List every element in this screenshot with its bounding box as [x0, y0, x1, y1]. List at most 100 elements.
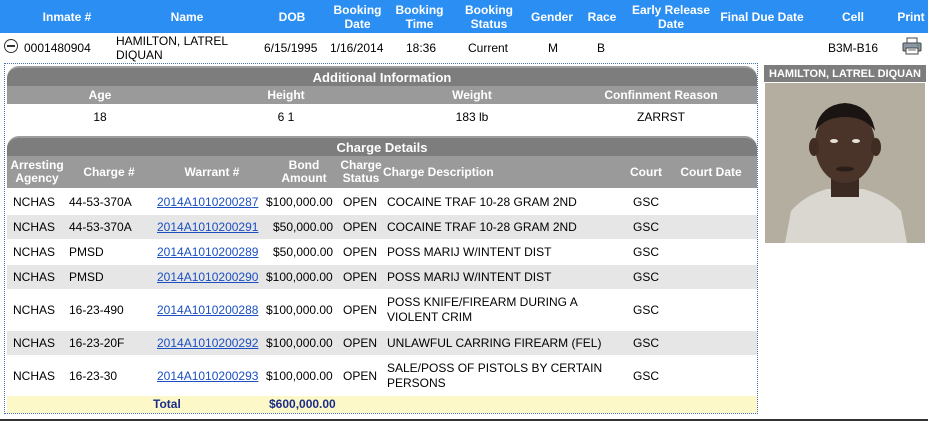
inmate-booking-status: Current	[468, 41, 509, 55]
row-court: GSC	[633, 335, 660, 350]
col-booking-status: Booking Status	[465, 2, 513, 31]
photo-caption: HAMILTON, LATREL DIQUAN	[764, 65, 926, 82]
row-court: GSC	[633, 368, 660, 383]
row-bond: $100,000.00	[266, 368, 333, 383]
col-arresting-agency: Arresting Agency	[10, 158, 64, 185]
row-charge: 16-23-30	[69, 368, 118, 383]
charge-details-header: Arresting Agency Charge # Warrant # Bond…	[7, 156, 757, 188]
col-booking-date: Booking Date	[333, 2, 382, 31]
age-value: 18	[93, 110, 107, 124]
warrant-link[interactable]: 2014A1010200289	[157, 240, 258, 264]
row-charge: 16-23-490	[69, 302, 124, 317]
row-description: SALE/POSS OF PISTOLS BY CERTAIN PERSONS	[387, 361, 603, 390]
col-print: Print	[897, 9, 925, 24]
printer-icon[interactable]	[902, 37, 922, 55]
row-status: OPEN	[343, 194, 378, 209]
row-agency: NCHAS	[13, 368, 56, 383]
warrant-link[interactable]: 2014A1010200292	[157, 331, 258, 355]
row-status: OPEN	[343, 335, 378, 350]
row-bond: $100,000.00	[266, 269, 333, 284]
warrant-link[interactable]: 2014A1010200290	[157, 265, 258, 289]
row-description: POSS MARIJ W/INTENT DIST	[387, 244, 552, 259]
col-court: Court	[630, 164, 662, 179]
inmate-race: B	[597, 41, 606, 55]
col-gender: Gender	[530, 9, 573, 24]
inmate-name: HAMILTON, LATREL DIQUAN	[116, 34, 228, 62]
row-bond: $100,000.00	[266, 335, 333, 350]
row-bond: $50,000.00	[273, 219, 334, 234]
row-bond: $100,000.00	[266, 302, 333, 317]
inmate-booking-time: 18:36	[406, 41, 437, 55]
inmate-gender: M	[548, 41, 558, 55]
row-description: POSS MARIJ W/INTENT DIST	[387, 269, 552, 284]
inmate-booking-date: 1/16/2014	[330, 41, 384, 55]
table-row: NCHAS PMSD 2014A1010200290 $100,000.00 O…	[7, 265, 757, 289]
row-agency: NCHAS	[13, 244, 56, 259]
row-bond: $50,000.00	[273, 244, 334, 259]
warrant-link[interactable]: 2014A1010200288	[157, 290, 258, 330]
warrant-link[interactable]: 2014A1010200293	[157, 356, 258, 396]
row-court: GSC	[633, 194, 660, 209]
row-agency: NCHAS	[13, 302, 56, 317]
charge-details-title: Charge Details	[7, 136, 757, 156]
row-description: POSS KNIFE/FIREARM DURING A VIOLENT CRIM	[387, 295, 578, 324]
col-weight: Weight	[452, 87, 492, 102]
col-final-due-date: Final Due Date	[720, 9, 804, 24]
row-status: OPEN	[343, 368, 378, 383]
row-description: COCAINE TRAF 10-28 GRAM 2ND	[387, 194, 577, 209]
col-early-release-date: Early Release Date	[631, 2, 711, 31]
row-agency: NCHAS	[13, 269, 56, 284]
warrant-link[interactable]: 2014A1010200287	[157, 190, 258, 214]
table-row: NCHAS 16-23-30 2014A1010200293 $100,000.…	[7, 356, 757, 396]
divider	[0, 419, 928, 421]
col-warrant-no: Warrant #	[184, 164, 240, 179]
row-description: COCAINE TRAF 10-28 GRAM 2ND	[387, 219, 577, 234]
inmate-dob: 6/15/1995	[264, 41, 318, 55]
row-court: GSC	[633, 302, 660, 317]
row-agency: NCHAS	[13, 335, 56, 350]
additional-info-header: Age Height Weight Confinment Reason	[7, 86, 757, 104]
height-value: 6 1	[277, 110, 295, 124]
results-header: Inmate # Name DOB Booking Date Booking T…	[0, 0, 928, 33]
col-dob: DOB	[278, 9, 306, 24]
col-court-date: Court Date	[680, 164, 742, 179]
col-charge-no: Charge #	[83, 164, 135, 179]
col-age: Age	[88, 87, 112, 102]
col-name: Name	[170, 9, 204, 24]
weight-value: 183 lb	[455, 110, 489, 124]
col-confinement-reason: Confinment Reason	[604, 87, 718, 102]
row-status: OPEN	[343, 244, 378, 259]
row-court: GSC	[633, 219, 660, 234]
additional-info-title: Additional Information	[7, 66, 757, 86]
confinement-reason-value: ZARRST	[637, 110, 685, 124]
table-row: NCHAS 44-53-370A 2014A1010200287 $100,00…	[7, 190, 757, 214]
row-charge: 16-23-20F	[69, 335, 125, 350]
row-charge: PMSD	[69, 269, 104, 284]
table-row: NCHAS 44-53-370A 2014A1010200291 $50,000…	[7, 215, 757, 239]
inmate-number: 0001480904	[24, 41, 91, 55]
row-court: GSC	[633, 244, 660, 259]
col-race: Race	[587, 9, 617, 24]
minus-circle-icon[interactable]	[4, 39, 18, 53]
row-charge: 44-53-370A	[69, 219, 132, 234]
total-row: Total $600,000.00	[7, 396, 757, 413]
warrant-link[interactable]: 2014A1010200291	[157, 215, 258, 239]
row-agency: NCHAS	[13, 219, 56, 234]
mugshot-image	[765, 83, 925, 243]
col-charge-description: Charge Description	[383, 164, 494, 179]
row-status: OPEN	[343, 302, 378, 317]
col-booking-time: Booking Time	[395, 2, 444, 31]
inmate-photo	[765, 83, 925, 243]
table-row: NCHAS 16-23-20F 2014A1010200292 $100,000…	[7, 331, 757, 355]
col-inmate-no: Inmate #	[42, 9, 92, 24]
row-agency: NCHAS	[13, 194, 56, 209]
table-row: NCHAS PMSD 2014A1010200289 $50,000.00 OP…	[7, 240, 757, 264]
inmate-detail-panel: Additional Information Age Height Weight…	[4, 63, 758, 414]
col-cell: Cell	[841, 9, 864, 24]
total-amount: $600,000.00	[269, 397, 336, 411]
inmate-row[interactable]: 0001480904 HAMILTON, LATREL DIQUAN 6/15/…	[0, 33, 928, 63]
inmate-cell: B3M-B16	[828, 41, 879, 55]
col-charge-status: Charge Status	[340, 158, 382, 185]
row-charge: PMSD	[69, 244, 104, 259]
col-bond-amount: Bond Amount	[281, 158, 327, 185]
